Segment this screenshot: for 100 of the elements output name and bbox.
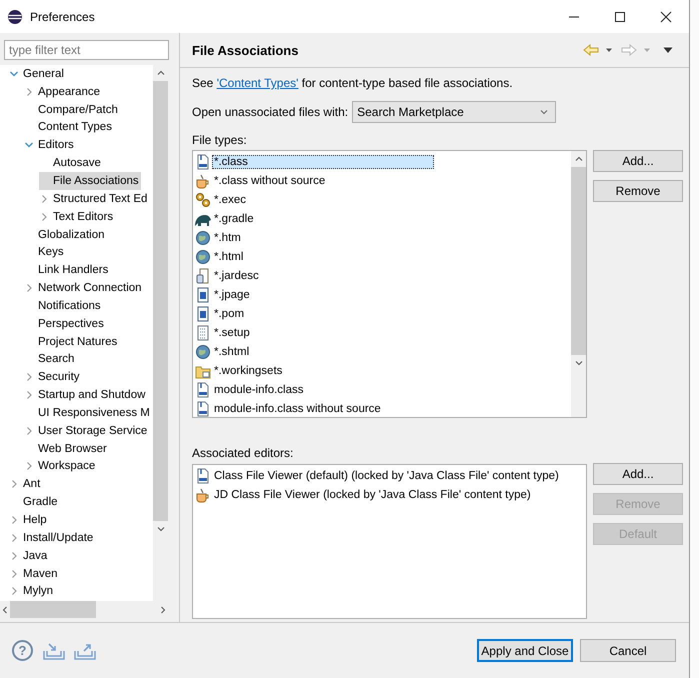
tree-item[interactable]: Project Natures: [24, 332, 120, 351]
list-item[interactable]: *.class: [212, 154, 434, 168]
tree-item[interactable]: General: [9, 65, 66, 83]
chevron-right-icon[interactable]: [9, 532, 19, 543]
cup-icon: [195, 172, 211, 188]
list-item[interactable]: *.workingsets: [212, 364, 284, 378]
chevron-right-icon[interactable]: [9, 515, 19, 526]
chevron-right-icon[interactable]: [9, 550, 19, 561]
chevron-right-icon[interactable]: [9, 479, 19, 490]
binary-file-icon: [195, 382, 211, 398]
list-item[interactable]: *.htm: [212, 230, 243, 244]
tree-item[interactable]: Structured Text Ed: [39, 190, 150, 208]
document-icon: [195, 306, 211, 322]
tree-item[interactable]: Startup and Shutdow: [24, 386, 148, 404]
tree-item[interactable]: Help: [9, 511, 49, 530]
chevron-down-icon[interactable]: [9, 68, 19, 79]
associated-editors-label: Associated editors:: [192, 445, 294, 462]
tree-item[interactable]: Network Connection: [24, 279, 144, 298]
scroll-right-icon[interactable]: [158, 604, 168, 614]
globe-icon: [195, 248, 211, 264]
binary-file-icon: [195, 468, 211, 484]
chevron-right-icon[interactable]: [39, 212, 49, 222]
list-item[interactable]: *.pom: [212, 306, 246, 320]
list-item[interactable]: Class File Viewer (default) (locked by 'Java Class File' content type): [212, 468, 561, 482]
eclipse-logo-icon: [7, 8, 23, 24]
scrollbar[interactable]: [0, 601, 168, 618]
tree-item[interactable]: Security: [24, 368, 82, 386]
filter-field[interactable]: type filter text: [4, 40, 169, 60]
gears-icon: [195, 192, 211, 208]
tree-item[interactable]: File Associations: [39, 172, 141, 190]
scroll-left-icon[interactable]: [0, 604, 10, 614]
list-item[interactable]: *.jpage: [212, 288, 252, 302]
list-action-button[interactable]: Add...: [593, 150, 683, 172]
tree-item[interactable]: Text Editors: [39, 208, 116, 226]
file-types-label: File types:: [192, 132, 248, 149]
tree-item[interactable]: Ant: [9, 475, 42, 494]
tree-item[interactable]: UI Responsiveness M: [24, 404, 152, 422]
maximize-icon[interactable]: [614, 10, 626, 22]
chevron-right-icon[interactable]: [24, 426, 34, 436]
tree-item[interactable]: Web Browser: [24, 440, 109, 458]
list-item[interactable]: *.shtml: [212, 344, 252, 358]
scrollbar[interactable]: [571, 151, 586, 417]
tree-item[interactable]: Perspectives: [24, 314, 106, 333]
document-icon: [195, 286, 211, 302]
globe-icon: [195, 344, 211, 360]
forward-arrow-icon[interactable]: [621, 44, 637, 56]
tree-item[interactable]: User Storage Service: [24, 422, 150, 440]
chevron-right-icon[interactable]: [24, 390, 34, 400]
cup-icon: [195, 486, 211, 502]
chevron-right-icon[interactable]: [39, 194, 49, 204]
chevron-right-icon[interactable]: [9, 586, 19, 596]
tree-item[interactable]: Autosave: [39, 154, 103, 172]
chevron-right-icon[interactable]: [24, 86, 34, 97]
scroll-down-icon[interactable]: [574, 358, 584, 368]
chevron-right-icon[interactable]: [24, 283, 34, 294]
tree-item[interactable]: Keys: [24, 243, 66, 262]
tree-item[interactable]: Editors: [24, 136, 76, 154]
list-item[interactable]: *.gradle: [212, 212, 256, 226]
tree-item[interactable]: Install/Update: [9, 528, 96, 547]
list-item[interactable]: *.exec: [212, 192, 248, 206]
import-icon[interactable]: [43, 642, 65, 660]
scroll-down-icon[interactable]: [156, 524, 166, 534]
tree-item[interactable]: Search: [24, 350, 76, 368]
tree-item[interactable]: Workspace: [24, 457, 98, 476]
page-title: File Associations: [192, 42, 298, 58]
dropdown-icon[interactable]: [605, 46, 613, 54]
tree-item[interactable]: Gradle: [9, 493, 60, 512]
open-with-label: Open unassociated files with:: [192, 105, 348, 119]
editor-action-button[interactable]: Add...: [593, 463, 683, 485]
tree-item[interactable]: Link Handlers: [24, 261, 110, 280]
list-item[interactable]: module-info.class: [212, 382, 306, 396]
close-icon[interactable]: [660, 10, 672, 22]
binary-file-icon: [195, 154, 211, 170]
back-arrow-icon[interactable]: [583, 44, 599, 56]
globe-icon: [195, 230, 211, 246]
tree-item[interactable]: Compare/Patch: [24, 100, 120, 119]
list-item[interactable]: *.jardesc: [212, 268, 261, 282]
cancel-button[interactable]: Cancel: [580, 639, 676, 662]
dropdown-icon[interactable]: [539, 107, 550, 117]
chevron-right-icon[interactable]: [24, 372, 34, 382]
open-with-dropdown[interactable]: Search Marketplace: [352, 101, 556, 123]
chevron-right-icon[interactable]: [9, 568, 19, 579]
content-types-link[interactable]: 'Content Types': [216, 76, 298, 90]
tree-item[interactable]: Globalization: [24, 226, 106, 244]
tree-item[interactable]: Content Types: [24, 118, 114, 136]
tree-item[interactable]: Mylyn: [9, 582, 56, 600]
view-menu-icon[interactable]: [663, 46, 673, 54]
list-item[interactable]: *.setup: [212, 326, 252, 340]
tree-item[interactable]: Notifications: [24, 296, 103, 315]
tree-item[interactable]: Appearance: [24, 82, 102, 101]
list-item[interactable]: module-info.class without source: [212, 402, 383, 416]
list-action-button[interactable]: Remove: [593, 180, 683, 202]
list-item[interactable]: *.html: [212, 250, 246, 264]
chevron-right-icon[interactable]: [24, 461, 34, 472]
export-icon[interactable]: [74, 642, 96, 660]
tree-item[interactable]: Maven: [9, 564, 60, 583]
apply-and-close-button[interactable]: Apply and Close: [477, 639, 573, 662]
tree-item[interactable]: Java: [9, 546, 50, 565]
list-item[interactable]: *.class without source: [212, 174, 328, 188]
list-item[interactable]: JD Class File Viewer (locked by 'Java Class File' content type): [212, 488, 533, 502]
